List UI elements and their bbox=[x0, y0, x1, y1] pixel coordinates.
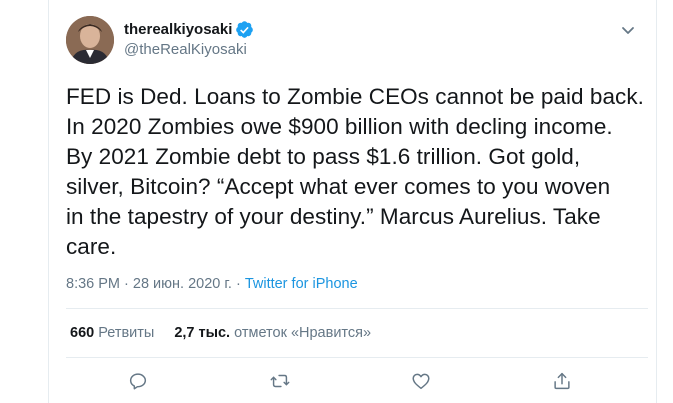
left-border bbox=[48, 0, 49, 403]
tweet-date[interactable]: 28 июн. 2020 г. bbox=[133, 276, 232, 292]
tweet-time[interactable]: 8:36 PM bbox=[66, 276, 120, 292]
likes-stat[interactable]: 2,7 тыс. отметок «Нравится» bbox=[174, 325, 371, 341]
retweets-stat[interactable]: 660 Ретвиты bbox=[70, 325, 154, 341]
name-row: therealkiyosaki bbox=[124, 20, 254, 39]
likes-count: 2,7 тыс. bbox=[174, 325, 231, 341]
likes-label: отметок «Нравится» bbox=[234, 325, 372, 341]
retweet-icon bbox=[270, 374, 290, 388]
chevron-down-icon bbox=[622, 27, 634, 34]
share-button[interactable] bbox=[551, 370, 573, 392]
reply-button[interactable] bbox=[127, 370, 149, 392]
retweet-button[interactable] bbox=[269, 370, 291, 392]
meta-separator: · bbox=[231, 276, 245, 292]
meta-separator: · bbox=[120, 276, 133, 292]
retweets-label: Ретвиты bbox=[98, 325, 155, 341]
share-icon bbox=[554, 372, 570, 390]
user-handle[interactable]: @theRealKiyosaki bbox=[124, 41, 247, 58]
right-border bbox=[656, 0, 657, 403]
avatar[interactable] bbox=[66, 16, 114, 64]
display-name[interactable]: therealkiyosaki bbox=[124, 21, 232, 38]
tweet-meta: 8:36 PM · 28 июн. 2020 г. · Twitter for … bbox=[66, 276, 358, 292]
retweets-count: 660 bbox=[70, 325, 95, 341]
like-icon bbox=[412, 373, 430, 390]
divider bbox=[66, 308, 648, 309]
tweet-stats: 660 Ретвиты 2,7 тыс. отметок «Нравится» bbox=[70, 325, 371, 341]
tweet-card: therealkiyosaki @theRealKiyosaki FED is … bbox=[0, 0, 673, 403]
avatar-image bbox=[66, 16, 114, 64]
tweet-source-link[interactable]: Twitter for iPhone bbox=[245, 276, 358, 292]
like-button[interactable] bbox=[410, 370, 432, 392]
tweet-text: FED is Ded. Loans to Zombie CEOs cannot … bbox=[66, 84, 644, 259]
verified-badge-icon bbox=[235, 20, 254, 39]
more-options-button[interactable] bbox=[616, 18, 640, 42]
reply-icon bbox=[129, 373, 147, 390]
divider bbox=[66, 357, 648, 358]
